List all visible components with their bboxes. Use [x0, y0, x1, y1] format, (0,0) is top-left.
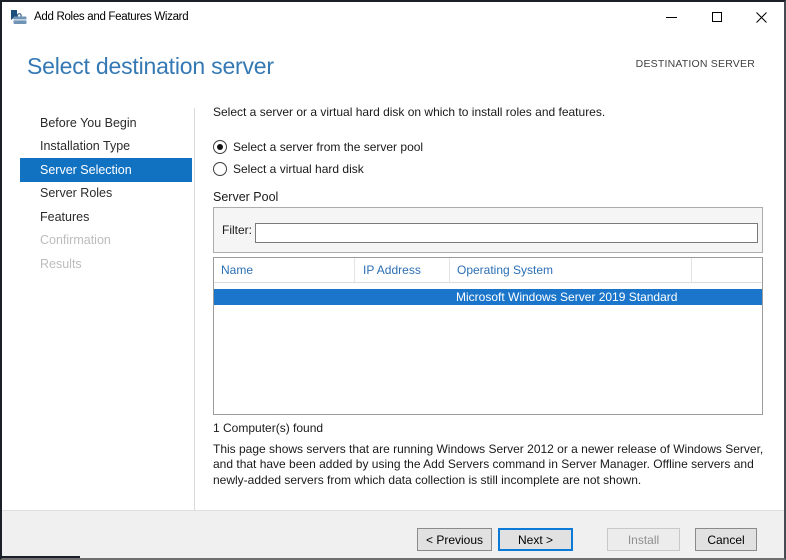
filter-panel: Filter:: [213, 207, 763, 253]
server-pool-heading: Server Pool: [213, 190, 278, 204]
radio-server-pool-icon[interactable]: [213, 140, 227, 154]
sidebar-item-installation-type[interactable]: Installation Type: [20, 135, 192, 159]
window-title: Add Roles and Features Wizard: [34, 11, 188, 23]
wizard-window: Add Roles and Features Wizard Select des…: [0, 0, 786, 560]
sidebar-item-confirmation: Confirmation: [20, 229, 192, 253]
table-header: Name IP Address Operating System: [214, 258, 762, 283]
close-button[interactable]: [739, 2, 784, 32]
radio-virtual-hard-disk-icon[interactable]: [213, 162, 227, 176]
install-button[interactable]: Install: [607, 528, 680, 551]
minimize-icon: [666, 17, 677, 18]
titlebar: Add Roles and Features Wizard: [2, 2, 784, 32]
previous-button[interactable]: < Previous: [417, 528, 492, 551]
column-header-empty: [692, 258, 762, 282]
sidebar-item-before-you-begin[interactable]: Before You Begin: [20, 111, 192, 135]
radio-server-pool[interactable]: Select a server from the server pool: [213, 140, 423, 154]
filter-input[interactable]: [255, 223, 758, 243]
sidebar-item-server-selection[interactable]: Server Selection: [20, 158, 192, 182]
sidebar-item-features[interactable]: Features: [20, 205, 192, 229]
table-row[interactable]: Microsoft Windows Server 2019 Standard: [214, 289, 762, 305]
cancel-button[interactable]: Cancel: [695, 528, 757, 551]
server-pool-table: Name IP Address Operating System Microso…: [213, 257, 763, 415]
sidebar-divider: [194, 108, 195, 510]
close-icon: [756, 12, 767, 23]
next-button[interactable]: Next >: [498, 528, 573, 551]
page-title: Select destination server: [27, 53, 274, 80]
column-header-operating-system[interactable]: Operating System: [450, 258, 692, 282]
maximize-icon: [712, 12, 722, 22]
minimize-button[interactable]: [649, 2, 694, 32]
radio-server-pool-label: Select a server from the server pool: [233, 140, 423, 154]
radio-virtual-hard-disk-label: Select a virtual hard disk: [233, 162, 364, 176]
maximize-button[interactable]: [694, 2, 739, 32]
footer: < Previous Next > Install Cancel: [2, 510, 784, 558]
column-header-name[interactable]: Name: [214, 258, 355, 282]
page-description: This page shows servers that are running…: [213, 442, 765, 488]
app-icon: [10, 9, 27, 25]
filter-label: Filter:: [222, 223, 252, 237]
sidebar-item-results: Results: [20, 252, 192, 276]
sidebar-item-server-roles[interactable]: Server Roles: [20, 182, 192, 206]
destination-server-label: DESTINATION SERVER: [636, 58, 755, 70]
wizard-steps: Before You Begin Installation Type Serve…: [20, 111, 192, 276]
column-header-ip-address[interactable]: IP Address: [355, 258, 450, 282]
radio-virtual-hard-disk[interactable]: Select a virtual hard disk: [213, 162, 364, 176]
window-border-segment: [2, 556, 80, 558]
intro-text: Select a server or a virtual hard disk o…: [213, 105, 605, 119]
computer-count: 1 Computer(s) found: [213, 421, 323, 435]
